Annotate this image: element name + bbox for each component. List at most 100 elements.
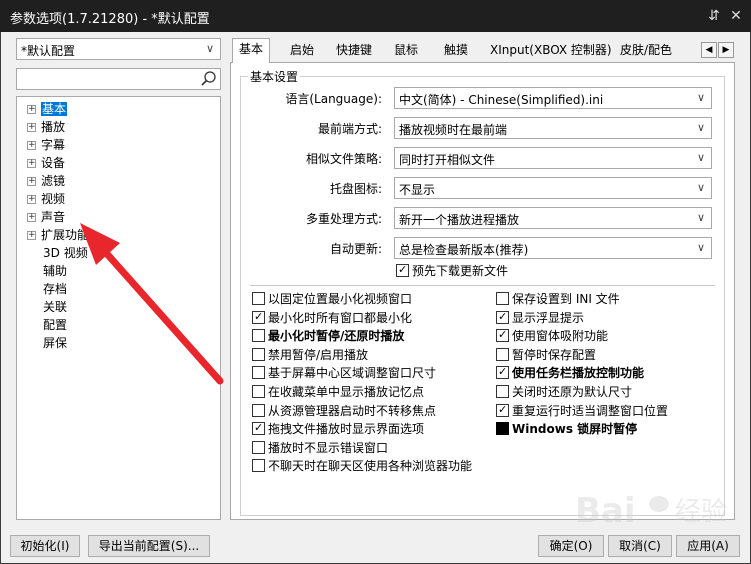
field-combo[interactable]: 播放视频时在最前端 ∨	[394, 117, 712, 139]
expand-icon[interactable]: +	[27, 231, 36, 240]
checkbox-label: 使用窗体吸附功能	[512, 329, 609, 344]
expand-icon[interactable]: +	[27, 195, 36, 204]
tree-item[interactable]: 3D 视频	[43, 244, 88, 262]
tab[interactable]: 基本	[232, 38, 271, 63]
option-checkbox[interactable]: 从资源管理器启动时不转移焦点	[252, 403, 436, 419]
option-checkbox[interactable]: 使用任务栏播放控制功能	[496, 364, 645, 381]
checkbox-box	[252, 440, 265, 454]
init-button[interactable]: 初始化(I)	[10, 535, 80, 557]
settings-tree: + 基本 + 播放 + 字幕 + 设备 + 滤镜 + 视频 + 声音 + 扩展功能 3D 视频 辅助 存档 关联 配置屏…	[16, 96, 221, 520]
field-combo-value: 播放视频时在最前端	[399, 123, 508, 137]
field-combo[interactable]: 中文(简体) - Chinese(Simplified).ini ∨	[394, 87, 712, 109]
window-title: 参数选项(1.7.21280) - *默认配置	[10, 12, 210, 27]
option-checkbox[interactable]: 不聊天时在聊天区使用各种浏览器功能	[252, 458, 472, 474]
field-combo[interactable]: 新开一个播放进程播放 ∨	[394, 207, 712, 229]
predownload-checkbox[interactable]: 预先下载更新文件	[396, 262, 508, 279]
tree-item[interactable]: 关联	[43, 298, 67, 316]
checkbox-label: 暂停时保存配置	[512, 347, 597, 362]
tree-item[interactable]: 配置	[43, 316, 67, 334]
field-label: 多重处理方式:	[305, 212, 382, 226]
tab[interactable]: XInput(XBOX 控制器)	[484, 40, 618, 62]
tab[interactable]: 皮肤/配色	[614, 40, 678, 62]
field-combo-value: 中文(简体) - Chinese(Simplified).ini	[399, 93, 604, 107]
option-checkbox[interactable]: 保存设置到 INI 文件	[496, 291, 620, 307]
option-checkbox[interactable]: Windows 锁屏时暂停	[496, 421, 637, 437]
option-checkbox[interactable]: 以固定位置最小化视频窗口	[252, 291, 412, 307]
watermark-logo: Bai 经验	[575, 491, 727, 531]
checkbox-box	[252, 292, 265, 305]
checkbox-box	[252, 420, 265, 436]
option-checkbox[interactable]: 显示浮显提示	[496, 309, 585, 326]
tree-item-label: 基本	[41, 102, 68, 116]
tab[interactable]: 快捷键	[330, 40, 378, 62]
expand-icon[interactable]: +	[27, 123, 36, 132]
chevron-down-icon: ∨	[696, 151, 705, 164]
tree-item[interactable]: + 设备	[27, 154, 65, 172]
chevron-down-icon: ∨	[205, 42, 214, 55]
tree-item-label: 3D 视频	[43, 246, 88, 260]
checkbox-label: 重复运行时适当调整窗口位置	[512, 403, 669, 418]
checkbox-label: 显示浮显提示	[512, 310, 585, 325]
field-combo[interactable]: 不显示 ∨	[394, 177, 712, 199]
pin-icon[interactable]: ⇵	[704, 6, 724, 26]
checkbox-box	[496, 364, 509, 380]
tree-item-label: 扩展功能	[41, 228, 90, 242]
tree-item[interactable]: + 扩展功能	[27, 226, 89, 244]
tree-item[interactable]: + 视频	[27, 190, 65, 208]
tab[interactable]: 触摸	[438, 40, 474, 62]
checkbox-box	[496, 347, 509, 361]
tab[interactable]: 鼠标	[388, 40, 424, 62]
tree-item[interactable]: + 基本	[27, 100, 68, 118]
checkbox-label: 不聊天时在聊天区使用各种浏览器功能	[268, 459, 473, 474]
checkbox-label: 使用任务栏播放控制功能	[512, 366, 645, 381]
close-icon[interactable]: ✕	[726, 6, 746, 26]
field-combo-value: 总是检查最新版本(推荐)	[399, 243, 529, 257]
tree-item[interactable]: + 声音	[27, 208, 65, 226]
svg-text:Bai: Bai	[575, 491, 636, 531]
field-label: 自动更新:	[329, 242, 382, 256]
expand-icon[interactable]: +	[27, 177, 36, 186]
export-config-button[interactable]: 导出当前配置(S)...	[88, 535, 210, 557]
tree-item[interactable]: + 滤镜	[27, 172, 65, 190]
tree-item[interactable]: 屏保	[43, 334, 67, 352]
search-input[interactable]	[16, 68, 221, 90]
tree-item[interactable]: + 播放	[27, 118, 65, 136]
field-combo[interactable]: 总是检查最新版本(推荐) ∨	[394, 237, 712, 259]
tree-item[interactable]: 辅助	[43, 262, 67, 280]
option-checkbox[interactable]: 播放时不显示错误窗口	[252, 440, 388, 456]
option-checkbox[interactable]: 暂停时保存配置	[496, 347, 596, 363]
option-checkbox[interactable]: 拖拽文件播放时显示界面选项	[252, 420, 424, 437]
tab-scroll-left-icon[interactable]: ◀	[701, 42, 717, 58]
option-checkbox[interactable]: 使用窗体吸附功能	[496, 327, 609, 344]
expand-icon[interactable]: +	[27, 105, 36, 114]
search-icon[interactable]	[200, 70, 218, 88]
option-checkbox[interactable]: 关闭时还原为默认尺寸	[496, 384, 632, 400]
tree-item[interactable]: 存档	[43, 280, 67, 298]
expand-icon[interactable]: +	[27, 141, 36, 150]
checkbox-box	[252, 403, 265, 417]
tree-item-label: 屏保	[43, 336, 68, 350]
option-checkbox[interactable]: 重复运行时适当调整窗口位置	[496, 402, 669, 419]
checkbox-box	[252, 366, 265, 380]
expand-icon[interactable]: +	[27, 213, 36, 222]
option-checkbox[interactable]: 最小化时所有窗口都最小化	[252, 309, 412, 326]
checkbox-box	[496, 402, 509, 418]
field-label: 语言(Language):	[285, 92, 382, 106]
option-checkbox[interactable]: 禁用暂停/启用播放	[252, 347, 368, 363]
option-checkbox[interactable]: 最小化时暂停/还原时播放	[252, 328, 404, 344]
option-checkbox[interactable]: 在收藏菜单中显示播放记忆点	[252, 384, 424, 400]
expand-icon[interactable]: +	[27, 159, 36, 168]
field-label: 相似文件策略:	[305, 152, 382, 166]
tab[interactable]: 启始	[284, 40, 320, 62]
option-checkbox[interactable]: 基于屏幕中心区域调整窗口尺寸	[252, 365, 436, 381]
checkbox-box	[396, 262, 409, 278]
tree-item[interactable]: + 字幕	[27, 136, 65, 154]
checkbox-box	[252, 459, 265, 473]
field-combo[interactable]: 同时打开相似文件 ∨	[394, 147, 712, 169]
checkbox-box	[252, 347, 265, 361]
checkbox-label: 保存设置到 INI 文件	[512, 292, 620, 306]
checkbox-label: 基于屏幕中心区域调整窗口尺寸	[268, 366, 437, 381]
checkbox-box	[496, 309, 509, 325]
tab-scroll-right-icon[interactable]: ▶	[718, 42, 734, 58]
profile-combo[interactable]: *默认配置 ∨	[16, 38, 221, 60]
